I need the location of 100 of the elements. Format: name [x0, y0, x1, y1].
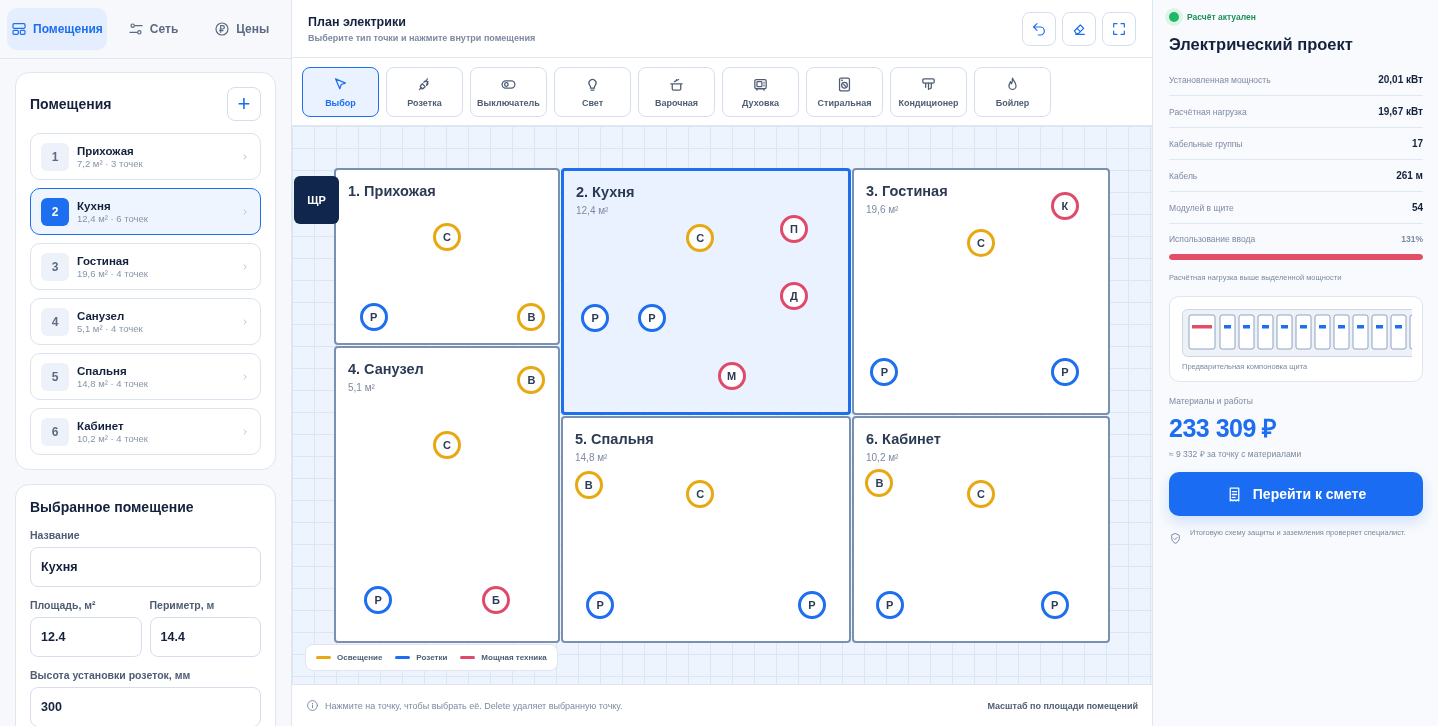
usage-label: Использование ввода: [1169, 234, 1256, 244]
sidebar-tab[interactable]: Сеть: [110, 8, 196, 50]
field-label: Название: [30, 529, 81, 541]
stat-label: Установленная мощность: [1169, 74, 1271, 85]
legend-swatch: [395, 656, 411, 659]
room-outline[interactable]: 1. Прихожая С Р В: [334, 168, 560, 345]
plan-point[interactable]: Р: [870, 357, 899, 386]
cost-label: Материалы и работы: [1169, 396, 1254, 406]
plan-point[interactable]: В: [517, 366, 546, 395]
legend-swatch: [460, 656, 476, 659]
plan-title: План электрики: [308, 14, 407, 29]
room-number: 5: [41, 362, 69, 391]
plan-point[interactable]: С: [433, 430, 461, 459]
plan-point[interactable]: П: [780, 214, 809, 243]
room-meta: 10,2 м² · 4 точек: [77, 432, 149, 444]
shield-check-icon: [1169, 532, 1182, 545]
ruble-coin-icon: [214, 21, 231, 37]
plan-point[interactable]: Б: [481, 585, 510, 614]
tool-button[interactable]: Розетка: [386, 67, 463, 117]
panel-badge[interactable]: ЩР: [294, 176, 339, 224]
input-field[interactable]: 300: [30, 687, 261, 726]
field-label: Периметр, м: [149, 599, 216, 611]
room-list-item[interactable]: 6 Кабинет 10,2 м² · 4 точек: [30, 408, 261, 455]
room-meta: 12,4 м² · 6 точек: [77, 212, 149, 224]
stat-label: Расчётная нагрузка: [1169, 106, 1247, 117]
fullscreen-button[interactable]: [1102, 11, 1136, 46]
sidebar-tab[interactable]: Помещения: [7, 8, 107, 50]
room-title: 3. Гостиная: [866, 183, 948, 199]
plan-point[interactable]: С: [433, 223, 461, 252]
input-field[interactable]: Кухня: [30, 547, 261, 587]
stat-value: 261 м: [1396, 170, 1423, 181]
room-list-item[interactable]: 4 Санузел 5,1 м² · 4 точек: [30, 298, 261, 345]
plan-point[interactable]: С: [967, 228, 995, 257]
room-number: 3: [41, 252, 69, 281]
air-conditioner-icon: [920, 76, 937, 93]
tool-button[interactable]: Бойлер: [974, 67, 1051, 117]
field-label: Высота установки розеток, мм: [30, 669, 192, 681]
room-list-item[interactable]: 3 Гостиная 19,6 м² · 4 точек: [30, 243, 261, 290]
sliders-icon: [127, 21, 144, 37]
room-title: 1. Прихожая: [348, 183, 436, 199]
room-name: Санузел: [77, 309, 126, 322]
plan-point[interactable]: С: [686, 479, 715, 508]
tool-button[interactable]: Свет: [554, 67, 631, 117]
sidebar-tab[interactable]: Цены: [199, 8, 284, 50]
plan-point[interactable]: К: [1050, 192, 1079, 221]
plan-point[interactable]: С: [686, 224, 715, 253]
tool-button[interactable]: Варочная: [638, 67, 715, 117]
room-outline[interactable]: 4. Санузел 5,1 м² В С Р Б: [334, 346, 560, 643]
summary-title: Электрический проект: [1169, 35, 1354, 54]
plan-point[interactable]: В: [574, 470, 603, 499]
tool-button[interactable]: Духовка: [722, 67, 799, 117]
room-list-item[interactable]: 1 Прихожая 7,2 м² · 3 точек: [30, 133, 261, 180]
plan-point[interactable]: Р: [1050, 357, 1079, 386]
tool-button[interactable]: Выбор: [302, 67, 379, 117]
undo-button[interactable]: [1022, 11, 1056, 46]
room-list-item[interactable]: 5 Спальня 14,8 м² · 4 точек: [30, 353, 261, 400]
input-field[interactable]: 12.4: [30, 617, 142, 657]
hint-text: Нажмите на точку, чтобы выбрать её. Delete удаляет выбранную точку.: [325, 700, 623, 711]
plan-point[interactable]: Р: [364, 585, 393, 614]
room-name: Кухня: [77, 199, 112, 212]
plan-point[interactable]: Р: [359, 303, 388, 332]
plan-point[interactable]: В: [517, 303, 546, 332]
tool-button[interactable]: Стиральная: [806, 67, 883, 117]
stat-value: 17: [1411, 138, 1423, 149]
room-meta: 14,8 м² · 4 точек: [77, 377, 149, 389]
info-icon: [306, 699, 319, 712]
room-meta: 19,6 м² · 4 точек: [77, 267, 149, 279]
room-outline[interactable]: 6. Кабинет 10,2 м² В С Р Р: [852, 416, 1110, 643]
room-number: 2: [41, 197, 69, 226]
tool-button[interactable]: Кондиционер: [890, 67, 967, 117]
washer-icon: [836, 76, 853, 93]
oven-icon: [752, 76, 769, 93]
plan-point[interactable]: Р: [797, 591, 826, 620]
card-title: Помещения: [30, 96, 112, 112]
plan-point[interactable]: Р: [586, 591, 615, 620]
plan-point[interactable]: Д: [780, 282, 809, 311]
room-name: Прихожая: [77, 144, 135, 157]
input-field[interactable]: 14.4: [149, 617, 261, 657]
room-area: 19,6 м²: [866, 204, 899, 215]
card-title: Выбранное помещение: [30, 499, 195, 515]
plan-point[interactable]: В: [865, 468, 894, 497]
room-outline[interactable]: 3. Гостиная 19,6 м² К С Р Р: [852, 168, 1110, 415]
plan-point[interactable]: Р: [875, 591, 904, 620]
plan-point[interactable]: С: [967, 479, 995, 508]
room-outline[interactable]: 5. Спальня 14,8 м² В С Р Р: [561, 416, 851, 643]
add-button[interactable]: +: [227, 87, 261, 121]
room-title: 5. Спальня: [575, 431, 654, 447]
room-number: 1: [41, 142, 69, 171]
estimate-button[interactable]: Перейти к смете: [1169, 472, 1423, 516]
eraser-button[interactable]: [1062, 11, 1096, 46]
plan-point[interactable]: Р: [638, 304, 667, 332]
room-outline[interactable]: 2. Кухня 12,4 м² С П Р Р Д М: [561, 168, 851, 415]
tool-button[interactable]: Выключатель: [470, 67, 547, 117]
status-text: Расчёт актуален: [1187, 12, 1256, 22]
room-list-item[interactable]: 2 Кухня 12,4 м² · 6 точек: [30, 188, 261, 235]
plan-point[interactable]: М: [717, 361, 746, 390]
plan-point[interactable]: Р: [1040, 591, 1069, 620]
room-name: Кабинет: [77, 419, 125, 432]
plan-point[interactable]: Р: [581, 304, 610, 332]
undo-icon: [1031, 20, 1047, 37]
